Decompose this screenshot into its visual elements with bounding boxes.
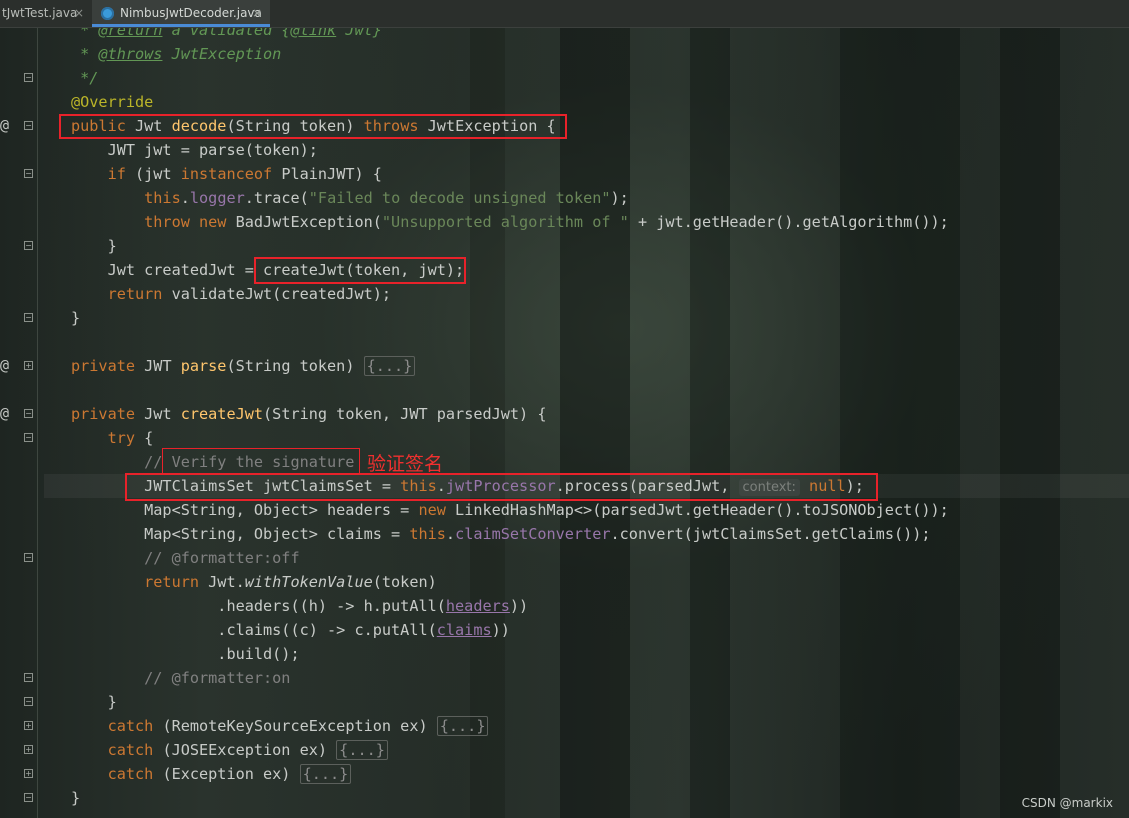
- highlight-box-create-jwt-call: [254, 257, 466, 284]
- code-line: // @formatter:off: [71, 549, 300, 567]
- code-line: // @formatter:on: [71, 669, 291, 687]
- code-line: catch (RemoteKeySourceException ex) {...…: [71, 714, 489, 738]
- code-line: Map<String, Object> headers = new Linked…: [71, 501, 949, 519]
- code-line: try {: [71, 429, 154, 447]
- code-line: .headers((h) -> h.putAll(headers)): [71, 597, 529, 615]
- highlight-box-verify-comment: [162, 448, 360, 475]
- watermark: CSDN @markix: [1021, 796, 1113, 810]
- editor-tab-bar: tJwtTest.java × NimbusJwtDecoder.java ×: [0, 0, 1129, 28]
- code-line: catch (JOSEException ex) {...}: [71, 738, 388, 762]
- code-line: }: [71, 237, 117, 255]
- code-line: .claims((c) -> c.putAll(claims)): [71, 621, 510, 639]
- java-class-icon: [101, 7, 114, 20]
- code-line: if (jwt instanceof PlainJWT) {: [71, 165, 382, 183]
- code-line: throw new BadJwtException("Unsupported a…: [71, 213, 949, 231]
- tab-label: tJwtTest.java: [2, 6, 78, 20]
- code-line: .build();: [71, 645, 300, 663]
- code-line: }: [71, 789, 81, 807]
- code-line: Map<String, Object> claims = this.claimS…: [71, 525, 931, 543]
- code-line: }: [71, 693, 117, 711]
- tab-jwt-test[interactable]: tJwtTest.java ×: [0, 0, 90, 27]
- code-line: catch (Exception ex) {...}: [71, 762, 352, 786]
- code-line: return Jwt.withTokenValue(token): [71, 573, 437, 591]
- code-line: return validateJwt(createdJwt);: [71, 285, 392, 303]
- folded-code-block[interactable]: {...}: [336, 740, 388, 760]
- tab-nimbus-jwt-decoder[interactable]: NimbusJwtDecoder.java ×: [92, 0, 270, 27]
- code-line: * @throws JwtException: [71, 45, 282, 63]
- code-line: }: [71, 309, 81, 327]
- highlight-box-jwt-processor: [125, 473, 878, 501]
- annotation-label: 验证签名: [367, 453, 444, 475]
- code-line: */: [71, 69, 99, 87]
- code-line: @Override: [71, 93, 154, 111]
- folded-code-block[interactable]: {...}: [436, 716, 489, 736]
- folded-code-block[interactable]: {...}: [363, 356, 416, 376]
- code-line: this.logger.trace("Failed to decode unsi…: [71, 189, 629, 207]
- code-line: JWT jwt = parse(token);: [71, 141, 318, 159]
- close-icon[interactable]: ×: [74, 0, 84, 27]
- tab-label: NimbusJwtDecoder.java: [120, 6, 262, 20]
- highlight-box-decode-signature: [59, 114, 567, 139]
- code-line: private JWT parse(String token) {...}: [71, 354, 416, 378]
- code-line: private Jwt createJwt(String token, JWT …: [71, 405, 547, 423]
- close-icon[interactable]: ×: [252, 0, 262, 27]
- folded-code-block[interactable]: {...}: [299, 764, 352, 784]
